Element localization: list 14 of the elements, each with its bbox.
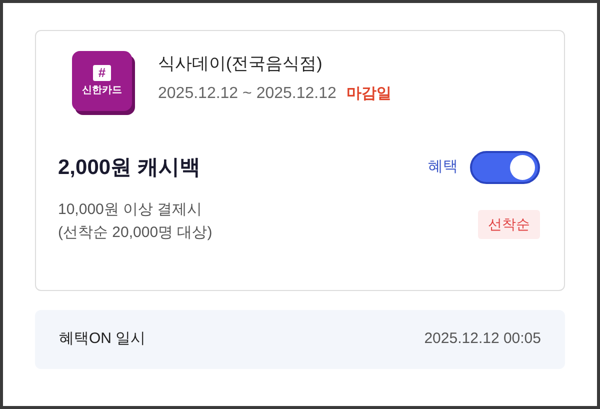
- benefit-period: 2025.12.12 ~ 2025.12.12: [158, 84, 336, 104]
- deadline-label: 마감일: [346, 84, 392, 104]
- cashback-amount: 2,000원 캐시백: [58, 154, 200, 181]
- benefit-toggle[interactable]: [470, 151, 540, 184]
- benefit-title: 식사데이(전국음식점): [158, 53, 324, 75]
- condition-text: 10,000원 이상 결제시: [58, 200, 204, 220]
- logo-text: 신한카드: [82, 84, 122, 98]
- activation-label: 혜택ON 일시: [59, 329, 146, 350]
- activation-time: 2025.12.12 00:05: [424, 329, 541, 350]
- condition-text: (선착순 20,000명 대상): [58, 223, 212, 243]
- first-come-tag: 선착순: [478, 210, 540, 239]
- toggle-label: 혜택: [428, 157, 458, 178]
- toggle-thumb: [510, 155, 535, 180]
- logo-symbol: #: [93, 64, 111, 80]
